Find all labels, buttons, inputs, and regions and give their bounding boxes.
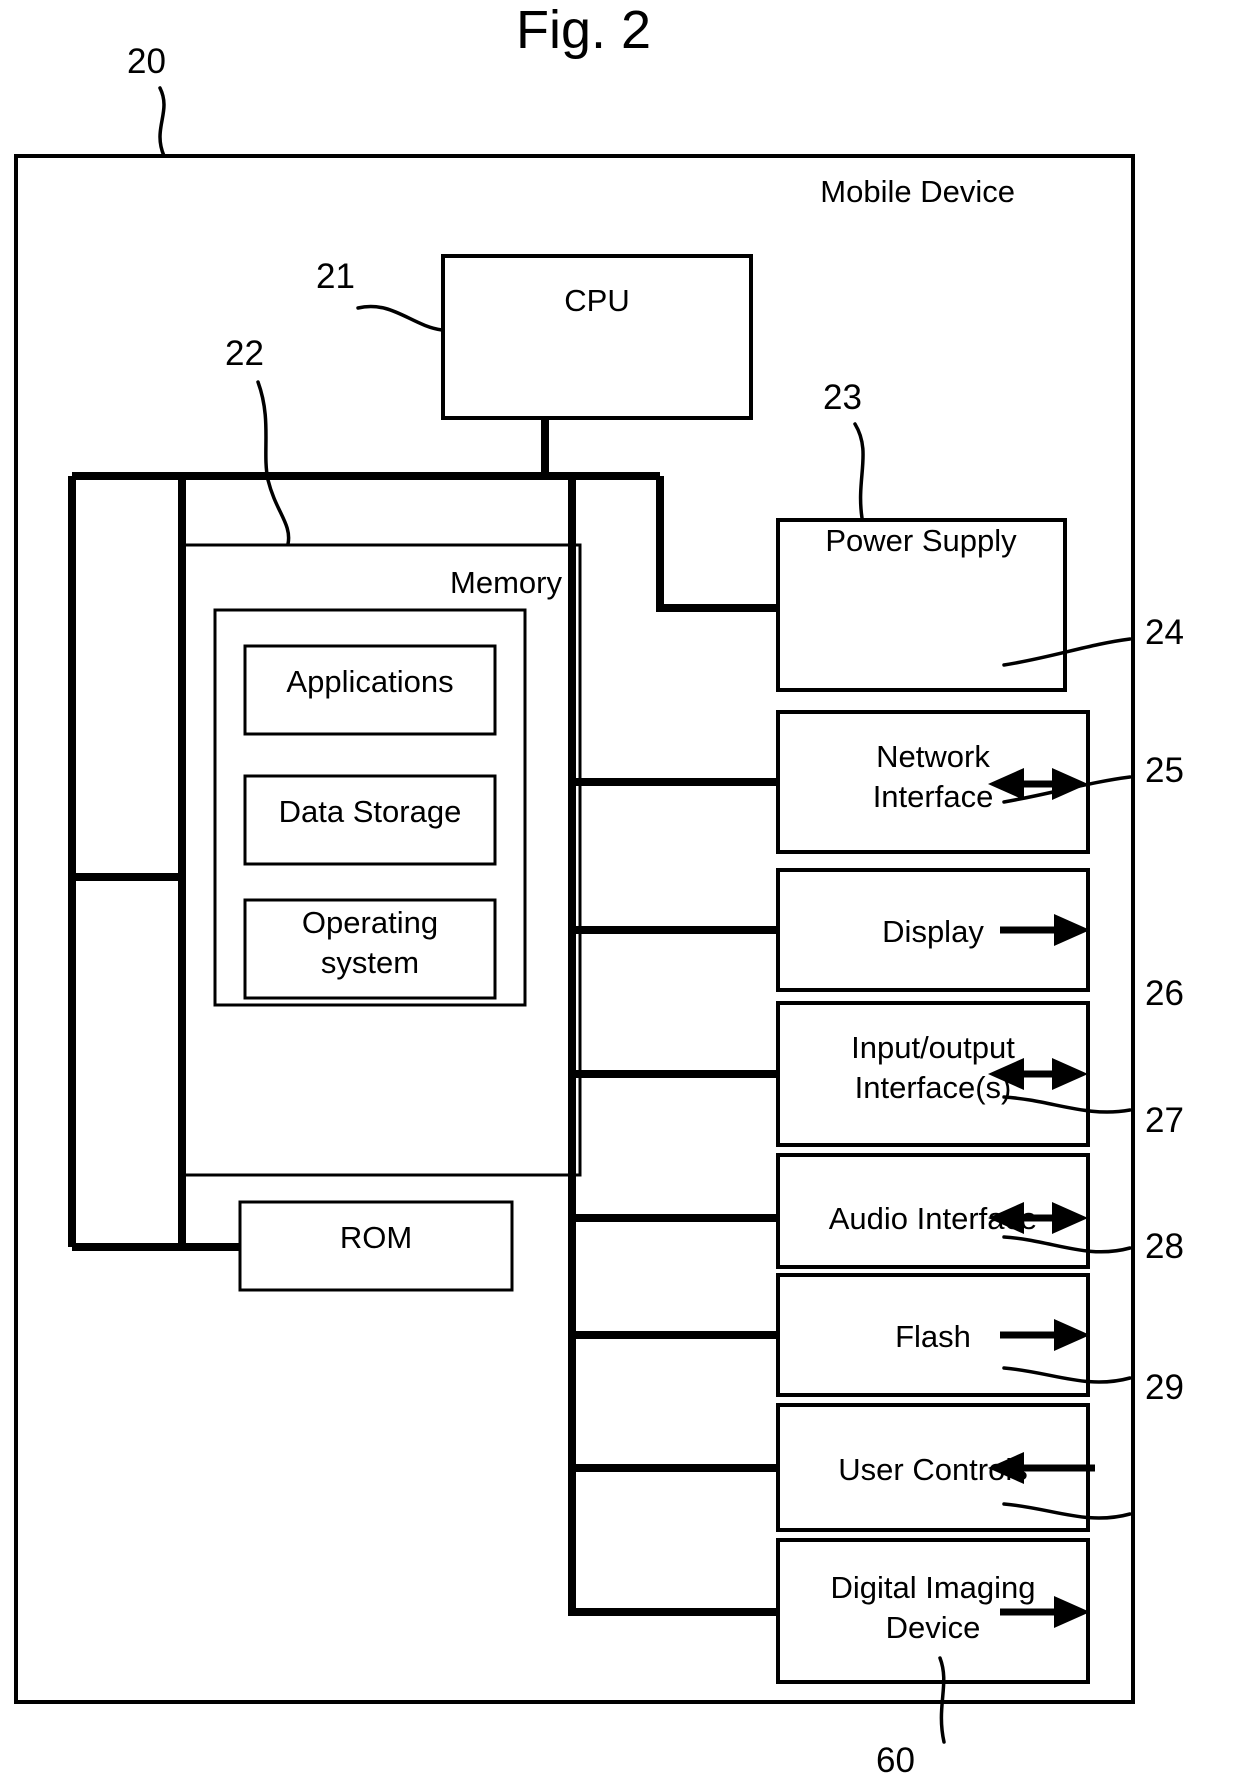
flash-label: Flash: [895, 1319, 971, 1354]
digital-imaging-device-label-line2: Device: [886, 1610, 981, 1645]
power-supply-label: Power Supply: [825, 523, 1017, 558]
io-interface-label-line2: Interface(s): [855, 1070, 1012, 1105]
data-storage-label: Data Storage: [279, 794, 462, 829]
reference-number-24: 24: [1145, 613, 1184, 652]
mobile-device-label: Mobile Device: [820, 174, 1015, 209]
applications-label: Applications: [286, 664, 453, 699]
io-interface-label-line1: Input/output: [851, 1030, 1015, 1065]
reference-number-27: 27: [1145, 1101, 1184, 1140]
reference-number-21: 21: [316, 257, 355, 296]
digital-imaging-device-label-line1: Digital Imaging: [830, 1570, 1035, 1605]
cpu-box[interactable]: [441, 254, 753, 420]
reference-number-22: 22: [225, 334, 264, 373]
operating-system-label-line1: Operating: [302, 905, 438, 940]
reference-number-25: 25: [1145, 751, 1184, 790]
reference-number-28: 28: [1145, 1227, 1184, 1266]
rom-label: ROM: [340, 1220, 412, 1255]
cpu-label: CPU: [564, 283, 629, 318]
reference-number-23: 23: [823, 378, 862, 417]
reference-number-26: 26: [1145, 974, 1184, 1013]
reference-number-20: 20: [127, 42, 166, 81]
reference-number-29: 29: [1145, 1368, 1184, 1407]
leader-line-20: [158, 86, 166, 158]
network-interface-label-line2: Interface: [873, 779, 994, 814]
patent-figure: Fig. 2 20 Mobile Device CPU 21 Memory 22…: [0, 0, 1240, 1783]
reference-number-60: 60: [876, 1741, 915, 1780]
network-interface-label-line1: Network: [876, 739, 990, 774]
display-label: Display: [882, 914, 984, 949]
memory-label: Memory: [450, 565, 562, 600]
operating-system-label-line2: system: [321, 945, 419, 980]
figure-title: Fig. 2: [516, 0, 651, 60]
